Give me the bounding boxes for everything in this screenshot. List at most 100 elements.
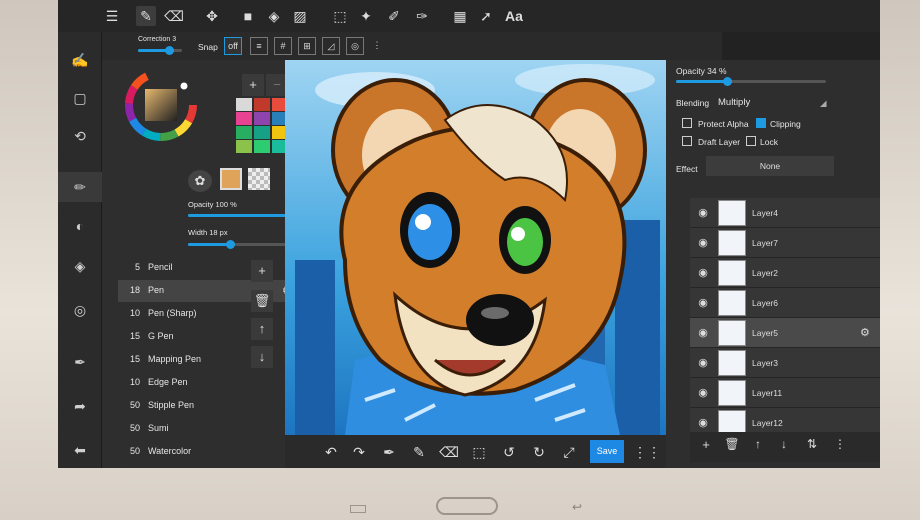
layer-opacity-slider[interactable] [676,77,826,86]
visibility-eye-icon[interactable]: ◉ [696,236,710,250]
layer-row[interactable]: ◉ Layer6 [690,288,880,318]
edit-icon[interactable]: ✍ [70,50,90,70]
layer-row[interactable]: ◉ Layer4 [690,198,880,228]
menu-icon[interactable]: ☰ [102,6,122,26]
color-swatch[interactable] [254,126,270,139]
snap-grid-button[interactable]: # [274,37,292,55]
layer-more-icon[interactable]: ⋮ [830,437,850,457]
color-wheel[interactable] [124,68,198,142]
eyedropper-icon[interactable]: ✒ [70,352,90,372]
magic-wand-tool-icon[interactable]: ✦ [356,6,376,26]
layer-settings-icon[interactable]: ⚙ [860,326,870,339]
blending-dropdown-icon[interactable]: ◢ [820,98,827,109]
back-icon[interactable]: ⬅ [70,440,90,460]
rotate-canvas-icon[interactable]: ⟲ [70,126,90,146]
eraser-tool-icon[interactable]: ⌫ [164,6,184,26]
current-color-swatch[interactable] [220,168,242,190]
lock-checkbox[interactable] [746,136,756,146]
canvas-area[interactable] [285,60,666,435]
layer-row[interactable]: ◉ Layer11 [690,378,880,408]
eyedropper-bottom-icon[interactable]: ✒ [379,442,399,462]
deselect-icon[interactable]: ⬚ [469,442,489,462]
snap-more-icon[interactable]: ⋮ [368,37,386,55]
move-brush-up-button[interactable]: ↑ [251,318,273,340]
share-icon[interactable]: ➦ [70,396,90,416]
material-icon[interactable]: ◎ [70,300,90,320]
brush-panel-icon[interactable]: ✏ [58,172,102,202]
delete-brush-button[interactable]: 🗑 [251,290,273,312]
layer-row[interactable]: ◉ Layer5 ⚙ [690,318,880,348]
layer-row[interactable]: ◉ Layer2 [690,258,880,288]
select-pen-tool-icon[interactable]: ✐ [384,6,404,26]
pen-bottom-icon[interactable]: ✎ [409,442,429,462]
visibility-eye-icon[interactable]: ◉ [696,416,710,430]
transparent-color-swatch[interactable] [248,168,270,190]
text-tool-icon[interactable]: Aa [504,6,524,26]
save-button[interactable]: Save [590,440,624,463]
blending-select[interactable]: Multiply [718,97,750,108]
layers-icon[interactable]: ◈ [70,256,90,276]
fill-rect-tool-icon[interactable]: ■ [238,6,258,26]
snap-parallel-button[interactable]: ≡ [250,37,268,55]
rotate-left-icon[interactable]: ↺ [499,442,519,462]
visibility-eye-icon[interactable]: ◉ [696,296,710,310]
visibility-eye-icon[interactable]: ◉ [696,326,710,340]
color-swatch[interactable] [236,98,252,111]
select-rect-tool-icon[interactable]: ⬚ [330,6,350,26]
artwork-canvas[interactable] [285,60,666,435]
layer-row[interactable]: ◉ Layer7 [690,228,880,258]
color-swatch[interactable] [236,140,252,153]
back-hardware-button[interactable]: ↩ [572,500,582,514]
correction-slider[interactable] [138,46,182,55]
effect-select[interactable]: None [706,156,834,176]
canvas-tool-icon[interactable]: ▦ [450,6,470,26]
eraser-bottom-icon[interactable]: ⌫ [439,442,459,462]
brush-list-item[interactable]: 50 Sumi [118,418,296,440]
layer-down-icon[interactable]: ↓ [774,437,794,457]
expand-icon[interactable]: ⤢ [559,442,579,462]
color-swatch[interactable] [236,126,252,139]
home-hardware-button[interactable] [436,497,498,515]
layer-square-icon[interactable]: ▢ [70,88,90,108]
move-brush-down-button[interactable]: ↓ [251,346,273,368]
recent-apps-hardware-button[interactable] [350,505,366,513]
add-color-button[interactable]: + [242,74,264,96]
select-eraser-tool-icon[interactable]: ✑ [412,6,432,26]
snap-cross-button[interactable]: ⊞ [298,37,316,55]
layer-up-icon[interactable]: ↑ [748,437,768,457]
rotate-right-icon[interactable]: ↻ [529,442,549,462]
snap-circle-button[interactable]: ◎ [346,37,364,55]
visibility-eye-icon[interactable]: ◉ [696,206,710,220]
palette-icon[interactable]: ◐ [70,216,90,236]
bucket-tool-icon[interactable]: ◈ [264,6,284,26]
brush-list-item[interactable]: 50 Stipple Pen [118,395,296,417]
visibility-eye-icon[interactable]: ◉ [696,266,710,280]
gradient-tool-icon[interactable]: ▨ [290,6,310,26]
brush-list-item[interactable]: 50 Watercolor [118,441,296,463]
clipping-checkbox[interactable] [756,118,766,128]
cursor-tool-icon[interactable]: ➚ [476,6,496,26]
color-swatch[interactable] [254,140,270,153]
delete-layer-icon[interactable]: 🗑 [722,437,742,457]
color-swatch[interactable] [254,98,270,111]
color-swatch[interactable] [254,112,270,125]
brush-name: Sumi [148,423,169,433]
layer-row[interactable]: ◉ Layer3 [690,348,880,378]
draft-layer-checkbox[interactable] [682,136,692,146]
redo-icon[interactable]: ↷ [349,442,369,462]
brush-list-item[interactable]: 10 Edge Pen [118,372,296,394]
snap-off-button[interactable]: off [224,37,242,55]
snap-vanish-button[interactable]: ◿ [322,37,340,55]
palette-button-icon[interactable]: ✿ [188,170,212,192]
protect-alpha-checkbox[interactable] [682,118,692,128]
grid-menu-icon[interactable]: ⋮⋮ [633,442,661,462]
add-layer-icon[interactable]: + [696,437,716,457]
move-tool-icon[interactable]: ✥ [202,6,222,26]
undo-icon[interactable]: ↶ [321,442,341,462]
add-brush-button[interactable]: + [251,260,273,282]
pen-tool-icon[interactable]: ✎ [136,6,156,26]
color-swatch[interactable] [236,112,252,125]
visibility-eye-icon[interactable]: ◉ [696,386,710,400]
visibility-eye-icon[interactable]: ◉ [696,356,710,370]
layer-merge-icon[interactable]: ⇅ [802,437,822,457]
